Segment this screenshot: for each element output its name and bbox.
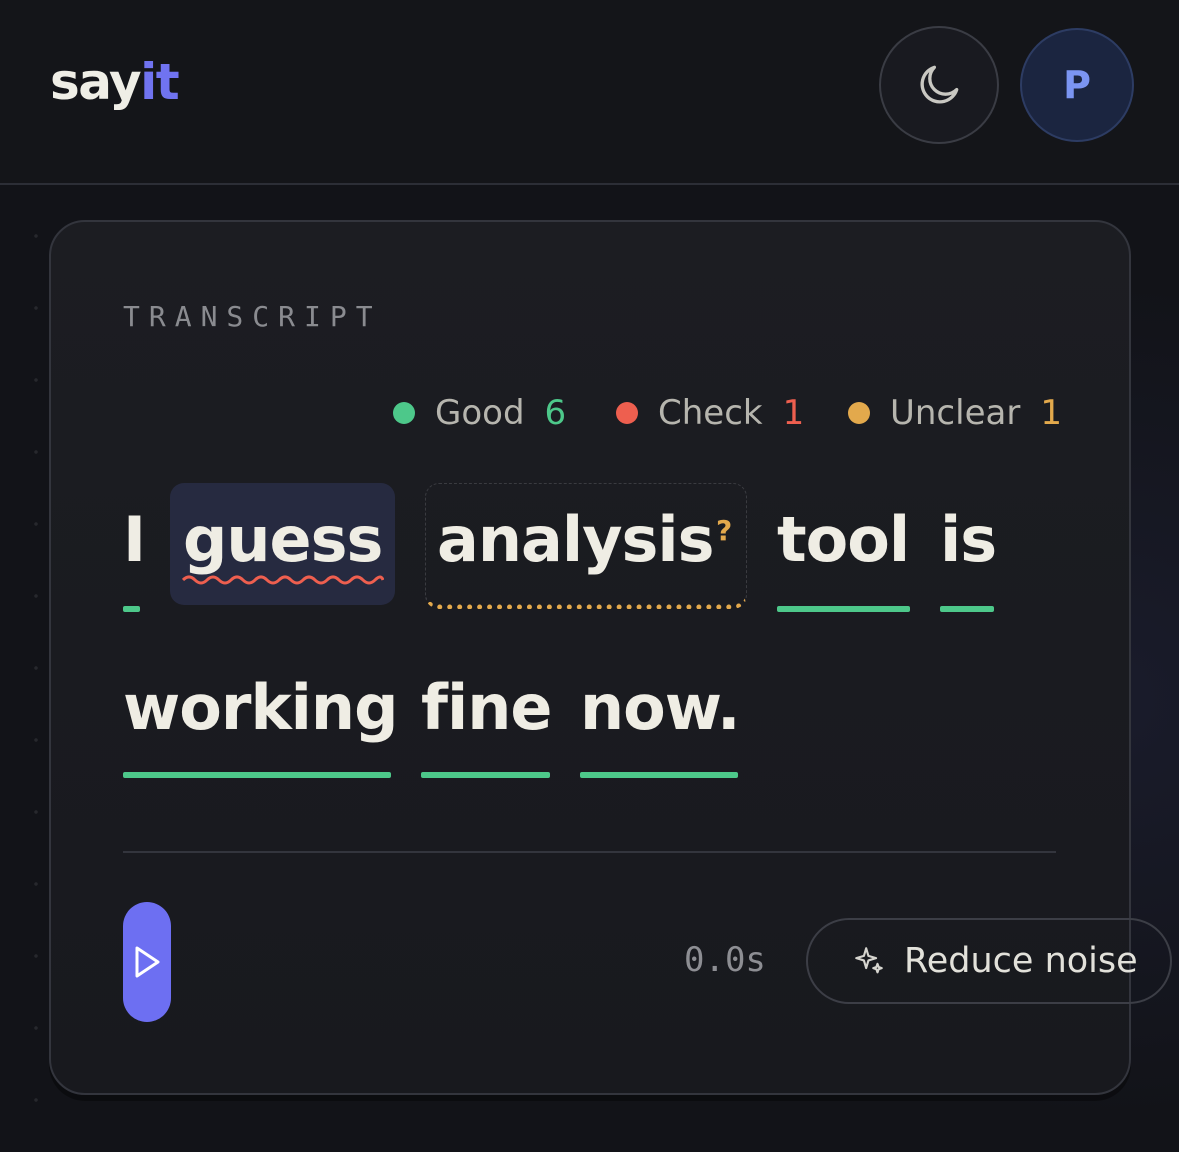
word-underline-good — [777, 606, 910, 612]
legend-unclear-count: 1 — [1040, 393, 1062, 433]
transcript-word[interactable]: tool — [777, 500, 910, 580]
transcript-word[interactable]: fine — [421, 668, 552, 748]
word-underline-good — [421, 772, 550, 778]
check-squiggle — [182, 575, 384, 585]
avatar-initial: P — [1063, 63, 1091, 107]
legend-good: Good 6 — [393, 390, 566, 436]
transcript-word-check[interactable]: guess — [183, 500, 383, 580]
theme-toggle-button[interactable] — [879, 26, 999, 144]
word-underline-good — [123, 772, 391, 778]
play-icon — [135, 946, 160, 978]
app-logo[interactable]: sayit — [50, 52, 180, 112]
legend-good-count: 6 — [544, 393, 567, 433]
transcript-word[interactable]: working — [123, 668, 398, 748]
word-underline-good — [940, 606, 994, 612]
user-avatar[interactable]: P — [1020, 28, 1134, 142]
legend-check-count: 1 — [782, 393, 805, 433]
playback-time: 0.0s — [684, 940, 766, 980]
logo-text-it: it — [140, 53, 180, 111]
play-button[interactable] — [123, 902, 171, 1022]
unclear-marker: ? — [716, 514, 733, 547]
legend-unclear: Unclear 1 — [848, 390, 1062, 436]
unclear-dot — [848, 402, 870, 424]
check-dot — [616, 402, 638, 424]
top-bar: sayit P — [0, 0, 1179, 185]
legend-good-label: Good — [435, 393, 525, 433]
transcript-label: TRANSCRIPT — [123, 300, 382, 333]
moon-icon — [920, 65, 959, 104]
reduce-noise-label: Reduce noise — [904, 941, 1138, 981]
card-divider — [123, 851, 1056, 853]
legend-check: Check 1 — [616, 390, 804, 436]
reduce-noise-button[interactable]: Reduce noise — [806, 918, 1172, 1004]
transcript-word[interactable]: is — [940, 500, 997, 580]
good-dot — [393, 402, 415, 424]
legend-unclear-label: Unclear — [890, 393, 1021, 433]
app-page: sayit P TRANSCRIPT Good 6 Check 1 Unclea… — [0, 0, 1179, 1152]
transcript-word[interactable]: I — [123, 500, 146, 580]
decorative-dots — [30, 200, 42, 1140]
legend-check-label: Check — [658, 393, 763, 433]
sparkle-icon — [855, 947, 883, 974]
word-underline-good — [123, 606, 140, 612]
transcript-word-unclear[interactable]: analysis — [437, 500, 715, 580]
transcript-word[interactable]: now. — [580, 668, 741, 748]
word-underline-good — [580, 772, 738, 778]
logo-text-say: say — [50, 53, 142, 111]
